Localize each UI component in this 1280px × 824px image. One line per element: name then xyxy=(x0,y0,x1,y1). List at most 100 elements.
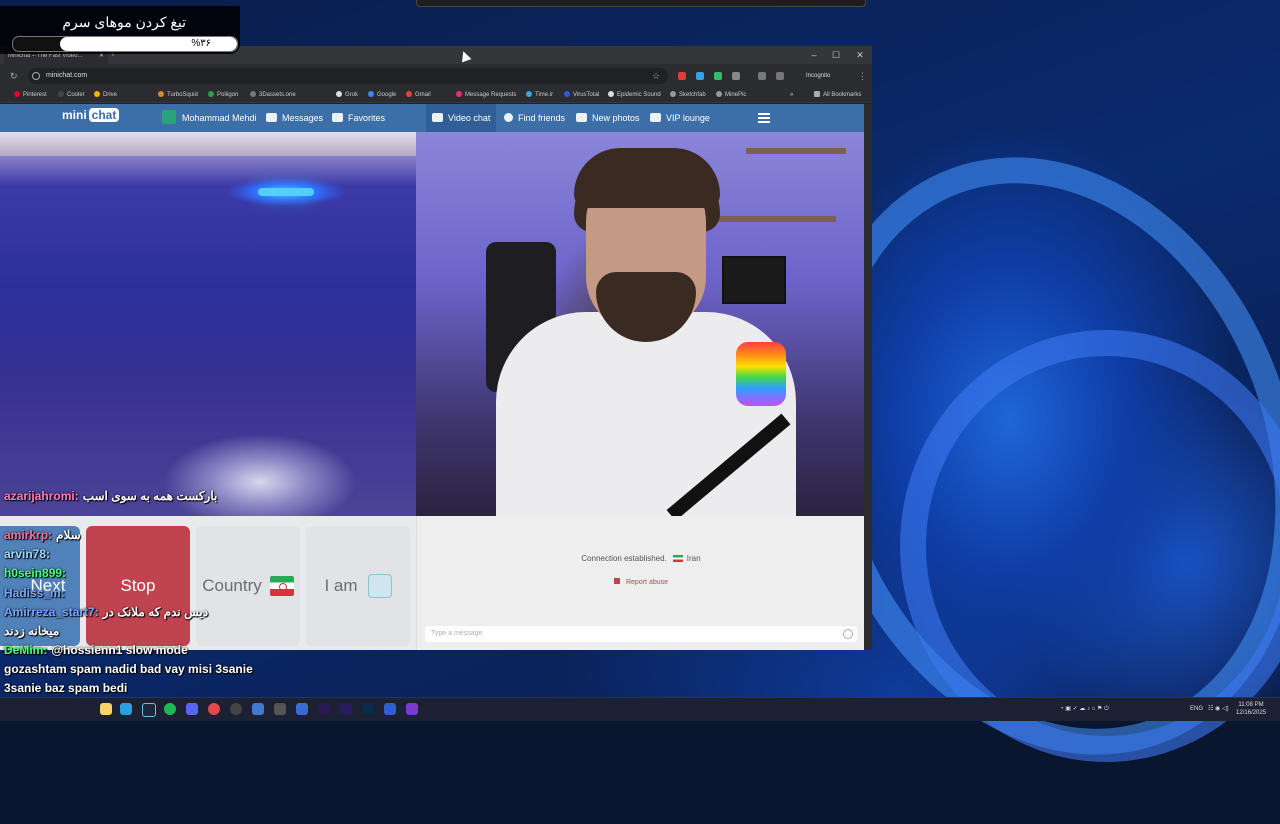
after-effects-icon[interactable] xyxy=(318,703,330,715)
extension-icon[interactable] xyxy=(714,72,722,80)
extension-icon[interactable] xyxy=(678,72,686,80)
video-scene-desk xyxy=(0,132,416,156)
extension-icon[interactable] xyxy=(696,72,704,80)
crown-icon xyxy=(650,113,661,122)
minichat-logo[interactable]: mini chat xyxy=(62,108,120,122)
menu-hamburger-icon[interactable] xyxy=(758,113,770,123)
nav-new-photos[interactable]: New photos xyxy=(576,104,640,132)
file-explorer-icon[interactable] xyxy=(100,703,112,715)
stream-chat-line: azarijahromi: بارکست همه به سوی اسب xyxy=(4,489,217,503)
flag-icon xyxy=(613,578,620,584)
bookmark-item[interactable]: Pinterest xyxy=(14,88,47,102)
self-video xyxy=(416,132,864,522)
telegram-icon[interactable] xyxy=(120,703,132,715)
bookmark-icon xyxy=(332,113,343,122)
chat-message: gozashtam spam nadid bad vay misi 3sanie xyxy=(4,662,253,676)
stream-chat-line: arvin78: xyxy=(4,547,54,561)
emoji-icon[interactable] xyxy=(843,629,853,639)
app-icon[interactable] xyxy=(252,703,264,715)
stop-button[interactable]: Stop xyxy=(86,526,190,646)
app-icon[interactable] xyxy=(274,703,286,715)
photoshop-icon[interactable] xyxy=(362,703,374,715)
scrollbar[interactable] xyxy=(864,104,872,650)
avatar xyxy=(162,110,176,124)
message-input[interactable]: Type a message xyxy=(425,626,857,642)
bookmark-item[interactable]: 3Dassets.one xyxy=(250,88,296,102)
menu-dots-icon[interactable]: ⋮ xyxy=(858,68,867,84)
bookmark-item[interactable]: Gmail xyxy=(406,88,431,102)
bookmark-item[interactable]: Grok xyxy=(336,88,358,102)
extension-icon[interactable] xyxy=(758,72,766,80)
nav-video-chat[interactable]: Video chat xyxy=(426,104,497,132)
premiere-icon[interactable] xyxy=(340,703,352,715)
bookmark-item[interactable]: Google xyxy=(368,88,396,102)
nav-find-friends[interactable]: Find friends xyxy=(504,104,565,132)
close-window-icon[interactable]: ✕ xyxy=(850,48,870,62)
person-icon xyxy=(367,574,392,598)
bookmark-item[interactable]: Epidemic Sound xyxy=(608,88,661,102)
chat-message: @hossienn1 slow mode xyxy=(51,643,188,657)
bookmark-item[interactable]: Time.ir xyxy=(526,88,553,102)
bookmark-item[interactable]: Sketchfab xyxy=(670,88,706,102)
bookmark-item[interactable]: TurboSquid xyxy=(158,88,198,102)
bookmark-item[interactable]: Cooler xyxy=(58,88,85,102)
url-text: minichat.com xyxy=(46,72,88,79)
bookmark-star-icon[interactable]: ☆ xyxy=(652,68,660,84)
obs-icon[interactable] xyxy=(230,703,242,715)
gender-button[interactable]: I am xyxy=(306,526,410,646)
stream-chat-line: amirkrp: سلام xyxy=(4,528,81,542)
minimize-icon[interactable]: – xyxy=(804,48,824,62)
side-panel-icon[interactable] xyxy=(776,72,784,80)
spotify-icon[interactable] xyxy=(164,703,176,715)
country-button[interactable]: Country xyxy=(196,526,300,646)
site-info-icon[interactable] xyxy=(32,72,40,80)
nav-vip-lounge[interactable]: VIP lounge xyxy=(650,104,710,132)
chat-username: DeMim: xyxy=(4,643,48,657)
bookmark-item[interactable]: VirusTotal xyxy=(564,88,599,102)
text-chat-panel: Connection established. Iran Report abuse… xyxy=(416,516,864,650)
stream-chat-line: DeMim: @hossienn1 slow mode xyxy=(4,643,188,657)
reload-icon[interactable]: ↻ xyxy=(10,68,18,84)
extensions-puzzle-icon[interactable] xyxy=(732,72,740,80)
video-scene-hair xyxy=(574,148,720,208)
app-icon[interactable] xyxy=(296,703,308,715)
steam-icon[interactable] xyxy=(142,703,156,717)
bookmark-item[interactable]: Message Requests xyxy=(456,88,516,102)
incognito-badge[interactable]: Incognito xyxy=(806,68,830,84)
partner-video xyxy=(0,132,416,516)
tray-icons[interactable]: ◔ ▣ ✓ ☁ ♪ ⌂ ⚑ ⏻ xyxy=(1060,698,1109,721)
nav-messages[interactable]: Messages xyxy=(266,104,323,132)
minichat-navbar: mini chat Mohammad Mehdi Messages Favorit… xyxy=(0,104,864,132)
maximize-icon[interactable]: ☐ xyxy=(826,48,846,62)
nav-profile[interactable]: Mohammad Mehdi xyxy=(162,104,257,132)
nav-favorites[interactable]: Favorites xyxy=(332,104,385,132)
bookmark-item[interactable]: Drive xyxy=(94,88,117,102)
discord-icon[interactable] xyxy=(186,703,198,715)
bookmark-item[interactable]: MinePic xyxy=(716,88,746,102)
iran-flag-icon xyxy=(269,576,294,596)
address-bar-row: ↻ minichat.com ☆ Incognito ⋮ xyxy=(0,64,872,88)
url-box[interactable]: minichat.com xyxy=(28,68,668,84)
goal-progress-bar: %۳۶ xyxy=(12,36,238,52)
network-volume-icons[interactable]: ☷ ◉ ◁) xyxy=(1208,698,1229,721)
stream-chat-line: gozashtam spam nadid bad vay misi 3sanie xyxy=(4,662,253,676)
chat-message: سلام xyxy=(56,528,81,542)
stream-chat-line: h0sein899: xyxy=(4,566,70,580)
language-indicator[interactable]: ENG xyxy=(1190,698,1203,721)
bookmark-item[interactable]: Poliigon xyxy=(208,88,238,102)
more-bookmarks-icon[interactable]: » xyxy=(790,88,793,102)
bookmarks-bar: Pinterest Cooler Drive TurboSquid Poliig… xyxy=(0,88,872,103)
all-bookmarks[interactable]: All Bookmarks xyxy=(814,88,861,102)
taskbar-clock[interactable]: 11:08 PM 12/16/2025 xyxy=(1236,701,1266,717)
app-icon[interactable] xyxy=(384,703,396,715)
stream-chat-line: 3sanie baz spam bedi xyxy=(4,681,127,695)
goal-title: تیغ کردن موهای سرم xyxy=(62,14,186,30)
report-abuse-link[interactable]: Report abuse xyxy=(417,578,864,586)
stream-chat-line: میخانه زدند xyxy=(4,624,59,638)
video-scene-light xyxy=(258,188,314,196)
chrome-icon[interactable] xyxy=(208,703,220,715)
goal-progress-label: %۳۶ xyxy=(191,38,211,49)
chat-username: amirkrp: xyxy=(4,528,53,542)
app-icon[interactable] xyxy=(406,703,418,715)
stream-chat-line: Hadiss_m: xyxy=(4,586,69,600)
